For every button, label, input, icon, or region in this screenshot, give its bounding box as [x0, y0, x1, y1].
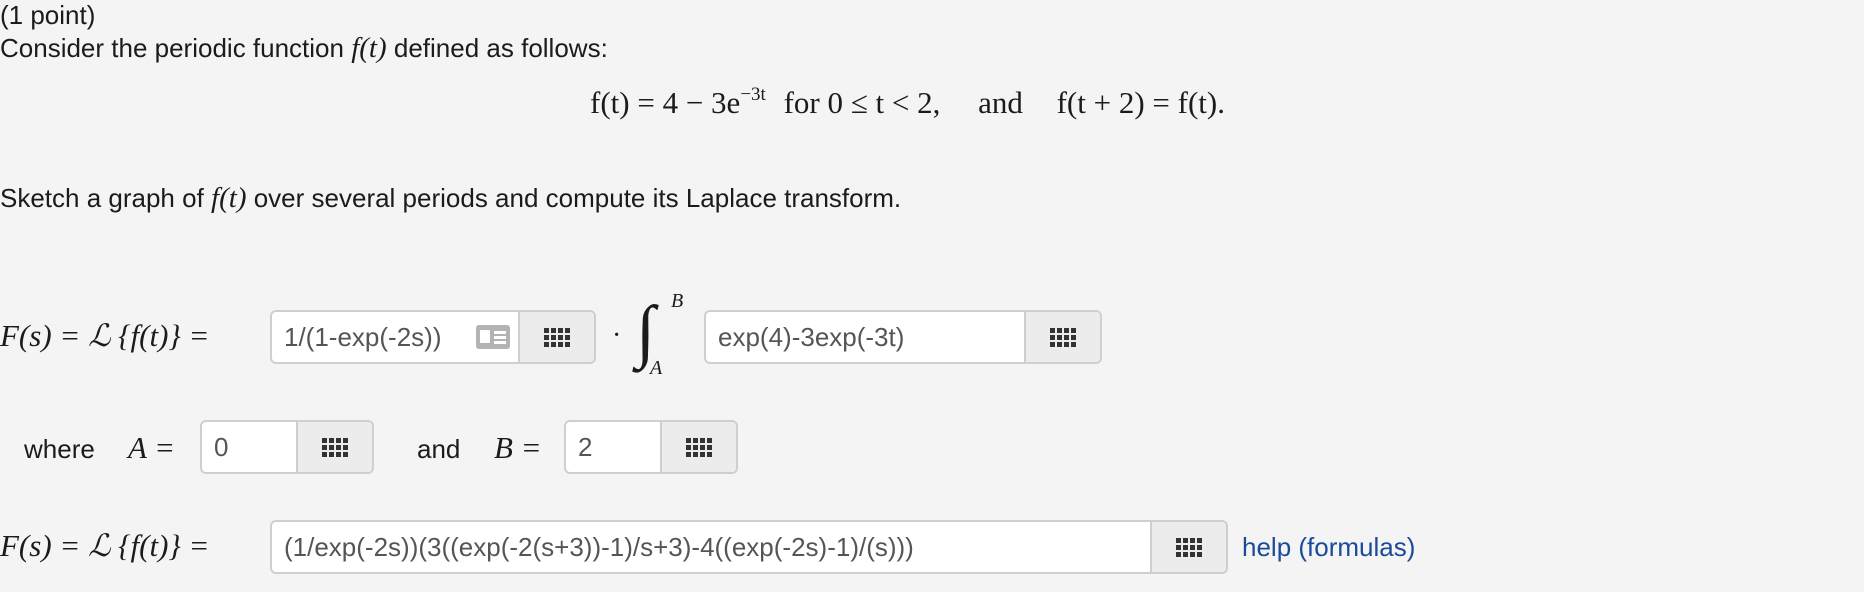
- definition-exponent: −3t: [740, 83, 766, 105]
- final-keyboard-button[interactable]: [1150, 522, 1226, 572]
- integrand-input[interactable]: exp(4)-3exp(-3t): [706, 312, 1024, 362]
- sketch-before: Sketch a graph of: [0, 183, 204, 213]
- integral-lower-bound: A: [650, 357, 663, 379]
- sketch-text: Sketch a graph of f(t) over several peri…: [0, 182, 901, 215]
- keyboard-grid-icon: [322, 437, 348, 457]
- integrand-input-group[interactable]: exp(4)-3exp(-3t): [704, 310, 1102, 364]
- factor-keyboard-button[interactable]: [518, 312, 594, 362]
- intro-func: f(t): [351, 32, 387, 64]
- keyboard-grid-icon: [544, 327, 570, 347]
- where-label: where: [24, 434, 95, 464]
- keyboard-grid-icon: [1176, 537, 1202, 557]
- B-input[interactable]: 2: [566, 422, 660, 472]
- preview-card-icon[interactable]: [476, 312, 518, 362]
- A-input-group[interactable]: 0: [200, 420, 374, 474]
- and-label: and: [417, 434, 461, 464]
- intro-before: Consider the periodic function: [0, 33, 344, 63]
- integral-upper-bound: B: [671, 290, 684, 312]
- A-keyboard-button[interactable]: [296, 422, 372, 472]
- laplace-label-2: F(s) = ℒ {f(t)} =: [0, 528, 210, 563]
- B-label: B =: [494, 430, 542, 465]
- intro-text: Consider the periodic function f(t) defi…: [0, 32, 608, 65]
- definition-lhs: f(t) = 4 − 3e: [590, 85, 741, 120]
- B-keyboard-button[interactable]: [660, 422, 736, 472]
- final-answer-input[interactable]: (1/exp(-2s))(3((exp(-2(s+3))-1)/s+3)-4((…: [272, 522, 1150, 572]
- keyboard-grid-icon: [686, 437, 712, 457]
- intro-after: defined as follows:: [393, 33, 608, 63]
- sketch-after: over several periods and compute its Lap…: [253, 183, 902, 213]
- A-input[interactable]: 0: [202, 422, 296, 472]
- sketch-func: f(t): [211, 182, 247, 214]
- factor-input-group[interactable]: 1/(1-exp(-2s)): [270, 310, 596, 364]
- final-input-group[interactable]: (1/exp(-2s))(3((exp(-2(s+3))-1)/s+3)-4((…: [270, 520, 1228, 574]
- integrand-keyboard-button[interactable]: [1024, 312, 1100, 362]
- multiply-dot: ·: [612, 320, 622, 351]
- keyboard-grid-icon: [1050, 327, 1076, 347]
- definition-and: and: [978, 85, 1023, 120]
- points-label: (1 point): [0, 0, 96, 30]
- B-input-group[interactable]: 2: [564, 420, 738, 474]
- definition-periodic: f(t + 2) = f(t).: [1056, 85, 1225, 120]
- definition-equation: f(t) = 4 − 3e−3t for 0 ≤ t < 2, and f(t …: [590, 83, 1225, 121]
- A-label: A =: [128, 430, 176, 465]
- help-formulas-link[interactable]: help (formulas): [1242, 532, 1415, 563]
- factor-input[interactable]: 1/(1-exp(-2s)): [272, 312, 476, 362]
- definition-for: for 0 ≤ t < 2,: [783, 85, 941, 120]
- laplace-label-1: F(s) = ℒ {f(t)} =: [0, 318, 210, 353]
